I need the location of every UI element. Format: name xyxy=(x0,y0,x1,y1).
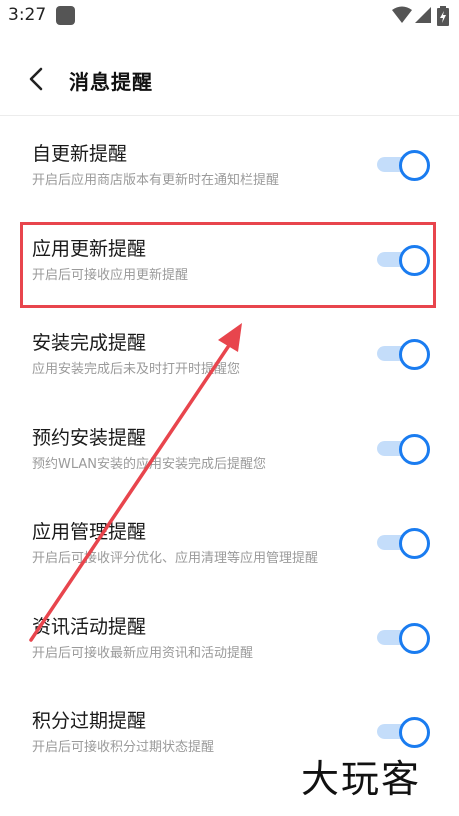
annotation-arrow xyxy=(29,323,242,642)
watermark: 大玩客 xyxy=(301,757,422,801)
